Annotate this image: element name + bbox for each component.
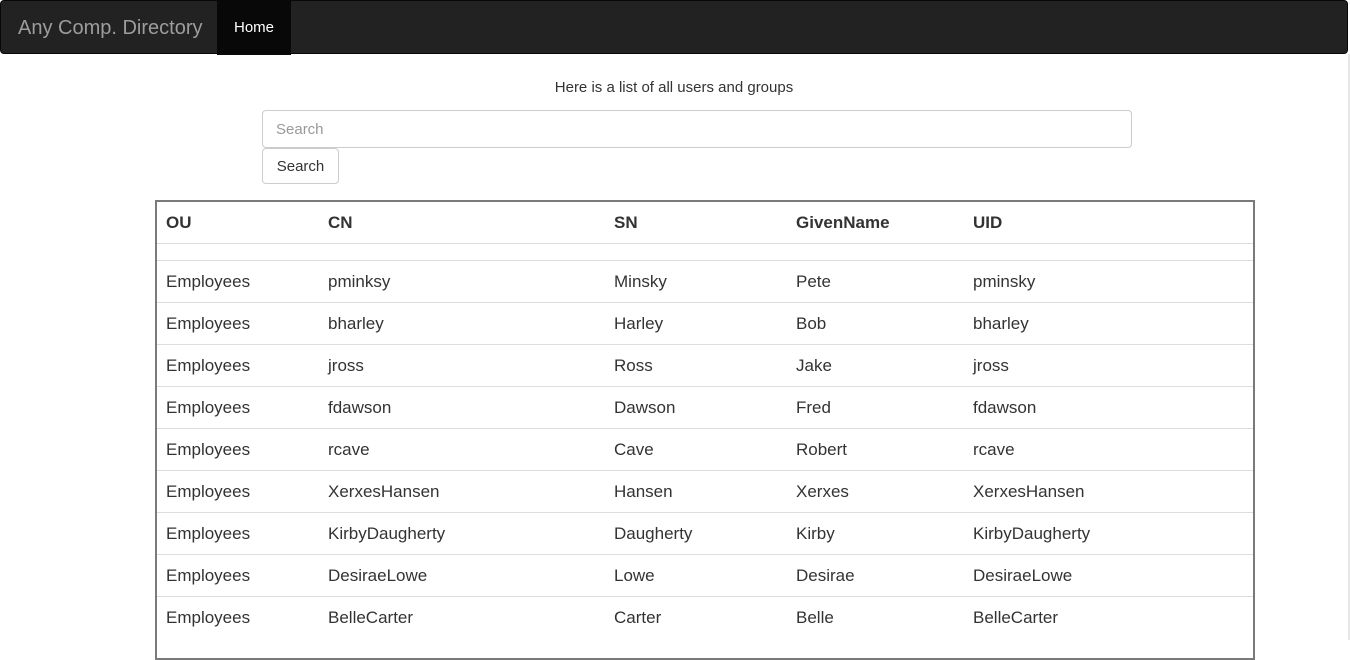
cell-sn: Cave [605,428,787,471]
table-row: Employees bharley Harley Bob bharley [157,302,1253,345]
column-header-sn: SN [614,212,638,232]
cell-cn: pminksy [319,260,605,303]
page-subtitle: Here is a list of all users and groups [554,79,794,96]
cell-sn: Minsky [605,260,787,303]
cell-uid: jross [964,344,1253,387]
column-header-uid: UID [973,212,1003,232]
cell-uid: fdawson [964,386,1253,429]
cell-givenname: Fred [787,386,964,429]
cell-sn: Carter [605,596,787,638]
table-row: Employees XerxesHansen Hansen Xerxes XerxesH… [157,470,1253,513]
cell-uid: bharley [964,302,1253,345]
cell-cn: DesiraeLowe [319,554,605,597]
cell-uid: XerxesHansen [964,470,1253,513]
cell-ou: Employees [157,596,319,638]
cell-ou: Employees [157,344,319,387]
cell-sn: Lowe [605,554,787,597]
table-row: Employees BelleCarter Carter Belle BelleCart… [157,596,1253,638]
cell-cn: KirbyDaugherty [319,512,605,555]
cell-givenname: Bob [787,302,964,345]
cell-ou: Employees [157,554,319,597]
table-spacer-row [157,243,1253,261]
cell-uid: pminsky [964,260,1253,303]
table-row: Employees DesiraeLowe Lowe Desirae DesiraeLo… [157,554,1253,597]
table-row: Employees KirbyDaugherty Daugherty Kirby Kir… [157,512,1253,555]
table-row: Employees jross Ross Jake jross [157,344,1253,387]
nav-item-home[interactable]: Home [217,1,291,55]
cell-ou: Employees [157,428,319,471]
cell-uid: rcave [964,428,1253,471]
cell-sn: Daugherty [605,512,787,555]
cell-givenname: Kirby [787,512,964,555]
cell-givenname: Xerxes [787,470,964,513]
cell-uid: BelleCarter [964,596,1253,638]
cell-cn: BelleCarter [319,596,605,638]
cell-uid: DesiraeLowe [964,554,1253,597]
cell-sn: Hansen [605,470,787,513]
cell-givenname: Jake [787,344,964,387]
cell-cn: fdawson [319,386,605,429]
table-header-row: OU CN SN GivenName UID [157,202,1253,244]
cell-ou: Employees [157,512,319,555]
top-navbar: Any Comp. Directory Home [0,0,1348,55]
cell-cn: rcave [319,428,605,471]
cell-ou: Employees [157,386,319,429]
table-row: Employees fdawson Dawson Fred fdawson [157,386,1253,429]
directory-table: OU CN SN GivenName UID Employees pminksy M… [157,202,1253,638]
column-header-givenname: GivenName [796,212,890,232]
cell-cn: bharley [319,302,605,345]
cell-sn: Dawson [605,386,787,429]
cell-givenname: Desirae [787,554,964,597]
cell-ou: Employees [157,470,319,513]
cell-sn: Harley [605,302,787,345]
cell-uid: KirbyDaugherty [964,512,1253,555]
cell-ou: Employees [157,260,319,303]
cell-ou: Employees [157,302,319,345]
cell-cn: jross [319,344,605,387]
cell-givenname: Pete [787,260,964,303]
column-header-cn: CN [328,212,353,232]
cell-givenname: Belle [787,596,964,638]
table-row: Employees pminksy Minsky Pete pminsky [157,260,1253,303]
search-button[interactable]: Search [262,148,339,184]
column-header-ou: OU [166,212,192,232]
cell-givenname: Robert [787,428,964,471]
navbar-brand[interactable]: Any Comp. Directory [18,1,203,55]
search-input[interactable] [262,110,1132,148]
table-row: Employees rcave Cave Robert rcave [157,428,1253,471]
cell-sn: Ross [605,344,787,387]
directory-table-container: OU CN SN GivenName UID Employees pminksy M… [155,200,1255,660]
cell-cn: XerxesHansen [319,470,605,513]
